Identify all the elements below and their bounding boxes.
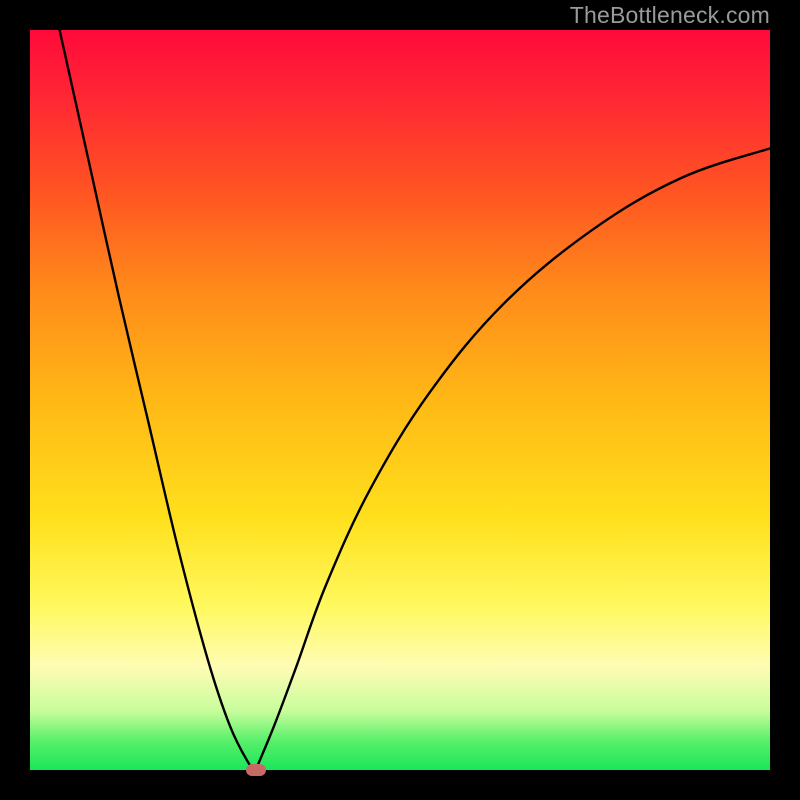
watermark-text: TheBottleneck.com <box>570 2 770 29</box>
curve-right-branch <box>256 148 770 770</box>
chart-frame: TheBottleneck.com <box>0 0 800 800</box>
bottleneck-curve <box>30 30 770 770</box>
curve-left-branch <box>60 30 256 770</box>
plot-area <box>30 30 770 770</box>
bottleneck-marker <box>246 764 266 776</box>
